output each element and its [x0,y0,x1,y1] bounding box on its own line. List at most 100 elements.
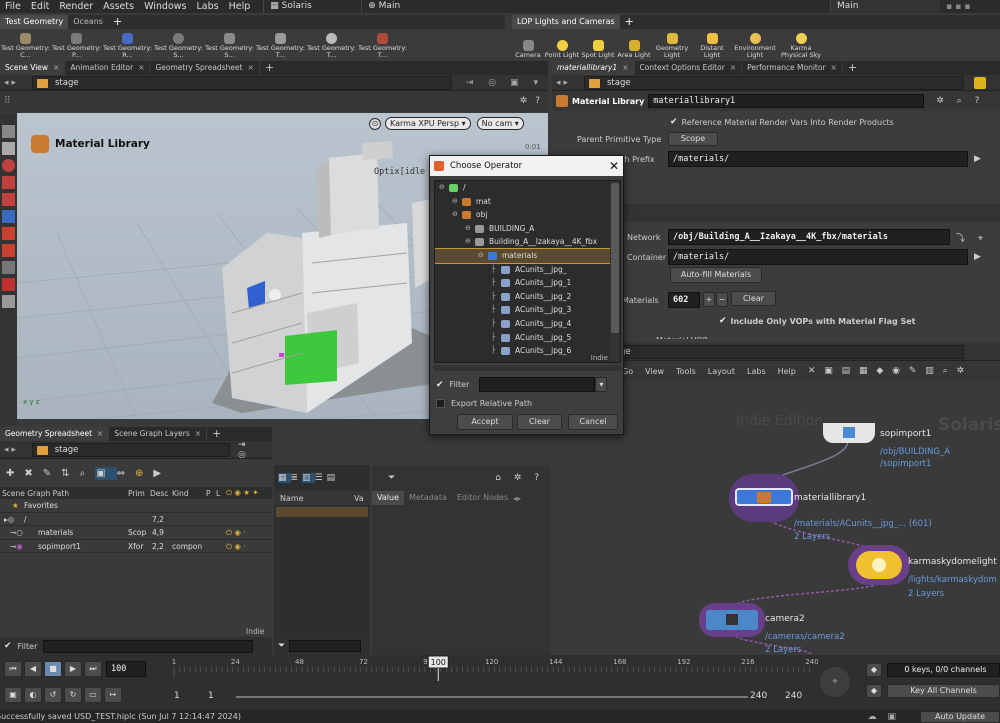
col-value[interactable]: Va [354,494,364,503]
remove-material-button[interactable]: − [716,292,728,307]
tree-item[interactable]: ⊖ / [435,181,620,195]
shelf-tool[interactable]: Test Geometry: R... [102,29,153,59]
checkmark-icon[interactable]: ✔ [4,641,12,651]
node-select-icon[interactable]: ⤵ ⌖ [956,231,988,244]
shelf-tab-oceans[interactable]: Oceans [68,15,108,29]
edit-icon[interactable]: ✎ [43,468,61,479]
frame-ruler[interactable]: 1 24 48 72 96 120 144 168 192 216 240 100 [168,655,819,681]
play-icon[interactable]: ▶ [153,468,171,479]
dots-icon[interactable]: ⠿ [4,96,11,106]
expand-arrow-icon[interactable]: ⊖ [465,235,471,249]
sync-icon[interactable]: ↻ [64,687,82,703]
tree-item[interactable]: ⊖ Building_A__Izakaya__4K_fbx [435,235,620,249]
material-network-field[interactable]: /obj/Building_A__Izakaya__4K_fbx/materia… [668,229,950,245]
expand-arrow-icon[interactable]: ⊖ [439,181,445,195]
cancel-button[interactable]: Cancel [568,414,618,430]
more-tabs-icon[interactable]: ◂▸ [513,494,521,503]
pose-icon[interactable] [2,210,15,223]
expand-arrow-icon[interactable]: ⊖ [452,195,458,209]
export-relative-checkbox[interactable] [436,399,445,408]
tab-editor-nodes[interactable]: Editor Nodes [452,491,513,505]
node-karmaskydomelight[interactable] [856,551,902,579]
col-l[interactable]: L [216,489,226,498]
delete-icon[interactable]: ✖ [24,468,42,479]
params-path[interactable]: stage [584,75,964,90]
add-tab-icon[interactable]: + [843,61,862,75]
tab-geometry-spreadsheet[interactable]: Geometry Spreadsheet × [0,427,110,441]
params-tools-icon[interactable]: ✲ ⌕ ? [936,96,984,106]
arrow-right-icon[interactable]: ▶ [974,154,981,164]
tab-animation-editor[interactable]: Animation Editor × [65,61,151,75]
node-sopimport1[interactable] [823,423,875,443]
renderer-menu[interactable]: Karma XPU Persp ▾ [385,117,471,130]
fps-icon[interactable]: ▭ [84,687,102,703]
col-p[interactable]: P [206,489,216,498]
environment-light-tool[interactable]: Environment Light [732,29,778,59]
tree-scrollbar[interactable] [610,181,620,362]
point-light-tool[interactable]: Point Light [544,29,580,59]
pin-icon[interactable]: ⇥ ◎ [238,440,268,460]
menu-labs[interactable]: Labs [191,0,223,13]
menu-assets[interactable]: Assets [98,0,139,13]
help-icon[interactable]: ? [535,96,540,106]
audio-icon[interactable]: ◐ [24,687,42,703]
key-all-icon[interactable]: ◆ [866,684,882,698]
light-tool-icon[interactable] [2,244,15,257]
right-context-selector[interactable]: Main [830,0,940,13]
shelf-tab-test-geometry[interactable]: Test Geometry [0,15,69,29]
selected-row[interactable] [276,507,368,517]
key-ring-icon[interactable]: ⌖ [820,667,850,697]
clear-button[interactable]: Clear [517,414,562,430]
col-desc[interactable]: Desc [150,489,172,498]
table-row[interactable]: ▸◎/7,2 [0,513,272,527]
shelf-tool[interactable]: Test Geometry: S... [153,29,204,59]
search-icon[interactable]: ⌕ [80,468,96,479]
shelf-tool[interactable]: Test Geometry: T... [255,29,306,59]
viewer-options-icon[interactable]: ▣ ▾ [510,78,544,88]
container-path-field[interactable]: /materials/ [668,249,968,265]
node-camera2[interactable] [706,610,758,630]
tree-item[interactable]: ├ ACunits__jpg_ [435,263,620,277]
checkbox-checked-icon[interactable]: ✔ [670,117,678,127]
spot-light-tool[interactable]: Spot Light [580,29,616,59]
lock-icon[interactable] [2,142,15,155]
menu-file[interactable]: File [0,0,26,13]
clear-materials-button[interactable]: Clear [731,291,776,306]
tab-geometry-spreadsheet[interactable]: Geometry Spreadsheet × [150,61,260,75]
add-tab-icon[interactable]: + [207,427,226,441]
start-frame-1[interactable]: 1 [174,691,180,701]
nav-arrows-icon[interactable]: ◂ ▸ [4,78,32,88]
shelf-tool[interactable]: Test Geometry: T... [357,29,408,59]
tree-item[interactable]: ⊖ obj [435,208,620,222]
tree-item[interactable]: ├ ACunits__jpg_2 [435,290,620,304]
accept-button[interactable]: Accept [457,414,513,430]
expand-arrow-icon[interactable]: ⊖ [452,208,458,222]
menu-render[interactable]: Render [54,0,98,13]
collapse-icon[interactable]: ⇔ [117,468,135,479]
num-materials-field[interactable]: 602 [668,292,700,308]
close-icon[interactable]: ✕ [609,159,619,173]
tab-scene-view[interactable]: Scene View × [0,61,66,75]
play-back-icon[interactable]: ◀ [24,661,42,677]
menu-edit[interactable]: Edit [26,0,54,13]
path-prefix-field[interactable]: /materials/ [668,151,968,167]
rotate-icon[interactable] [2,176,15,189]
link-icon[interactable]: ⊕ [135,468,153,479]
handle-icon[interactable] [2,227,15,240]
shelf-tool[interactable]: Test Geometry: S... [204,29,255,59]
auto-update-button[interactable]: Auto Update [920,710,1000,723]
menu-windows[interactable]: Windows [139,0,191,13]
window-controls[interactable]: ▪▪▪ [940,2,1000,12]
record-icon[interactable] [2,278,15,291]
status-icons[interactable]: ☁ ▣ [868,712,900,722]
tree-item[interactable]: ⊖ BUILDING_A [435,222,620,236]
end-frame-1[interactable]: 240 [750,691,767,701]
go-end-icon[interactable]: ⏭ [84,661,102,677]
auto-fill-button[interactable]: Auto-fill Materials [670,267,762,283]
list-filter-field[interactable] [289,640,362,652]
dialog-filter-field[interactable] [479,377,596,392]
loop-icon[interactable]: ↺ [44,687,62,703]
add-shelf-tab-icon[interactable]: + [107,15,128,29]
translate-icon[interactable] [2,159,15,172]
shelf-tool[interactable]: Test Geometry: C... [0,29,51,59]
